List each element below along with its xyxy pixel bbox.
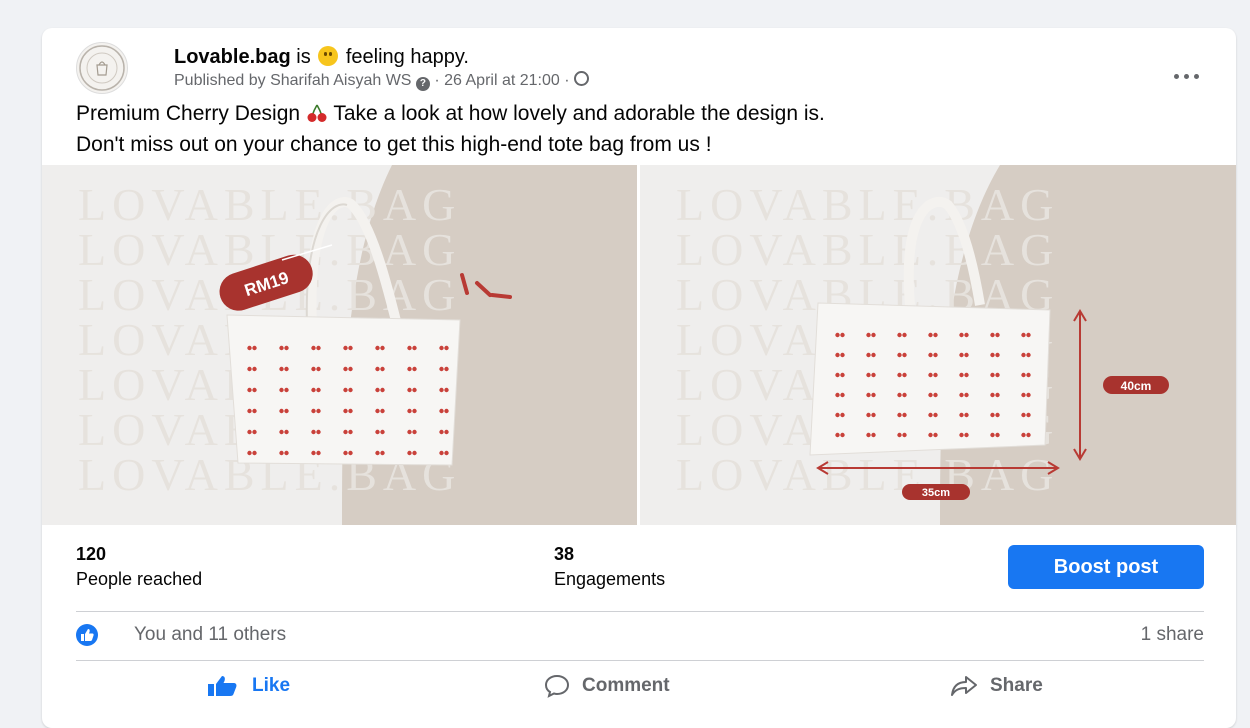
svg-text:LOVABLE.BAG: LOVABLE.BAG: [676, 179, 1059, 230]
comment-button[interactable]: Comment: [544, 668, 670, 704]
people-reached-value: 120: [76, 544, 107, 564]
svg-text:40cm: 40cm: [1121, 379, 1152, 393]
svg-text:LOVABLE.BAG: LOVABLE.BAG: [676, 449, 1059, 500]
smile-emoji-icon: [318, 46, 339, 66]
people-reached-label: People reached: [76, 569, 203, 589]
engagements-stat[interactable]: 38 Engagements: [554, 543, 665, 591]
people-reached-stat[interactable]: 120 People reached: [76, 543, 202, 591]
photo-tote-dimensions[interactable]: LOVABLE.BAG LOVABLE.BAG LOVABLE.BAG LOVA…: [640, 165, 1236, 525]
like-button[interactable]: Like: [206, 668, 290, 704]
caption-line2: Don't miss out on your chance to get thi…: [76, 133, 712, 156]
is-text: is: [296, 46, 311, 68]
svg-text:LOVABLE.BAG: LOVABLE.BAG: [78, 179, 461, 230]
share-label: Share: [990, 675, 1043, 696]
svg-text:35cm: 35cm: [922, 487, 950, 499]
dot-icon: [1183, 73, 1189, 79]
reactions-bar: You and 11 others 1 share: [76, 622, 1204, 652]
share-arrow-icon: [951, 676, 977, 696]
post-date[interactable]: · 26 April at 21:00 ·: [434, 72, 569, 89]
post-card: Lovable.bag is feeling happy. Published …: [42, 28, 1236, 728]
help-icon[interactable]: ?: [415, 77, 430, 91]
post-photos: LOVABLE.BAG LOVABLE.BAG LOVABLE.BAG LOVA…: [42, 165, 1236, 525]
published-by-text: Published by Sharifah Aisyah WS: [174, 72, 412, 89]
dot-icon: [1173, 73, 1179, 79]
reactions-count[interactable]: You and 11 others: [134, 624, 286, 646]
comment-label: Comment: [582, 675, 670, 696]
comment-icon: [544, 674, 570, 698]
page-logo-icon: [79, 45, 125, 91]
post-header: Lovable.bag is feeling happy. Published …: [76, 42, 1216, 102]
page-avatar[interactable]: [76, 42, 128, 94]
post-insights: 120 People reached 38 Engagements Boost …: [42, 525, 1236, 611]
page-name-link[interactable]: Lovable.bag: [174, 46, 291, 68]
engagements-label: Engagements: [554, 569, 666, 589]
boost-post-button[interactable]: Boost post: [1008, 545, 1204, 589]
shares-count[interactable]: 1 share: [1141, 624, 1204, 646]
thumbs-up-icon: [208, 676, 237, 696]
photo-tote-price[interactable]: LOVABLE.BAG LOVABLE.BAG LOVABLE.BAG LOVA…: [42, 165, 637, 525]
feeling-text: feeling happy.: [345, 46, 469, 68]
caption-title: Premium Cherry Design: [76, 102, 301, 125]
divider: [76, 660, 1204, 661]
like-label: Like: [252, 675, 291, 696]
engagements-value: 38: [554, 544, 575, 564]
dot-icon: [1193, 73, 1199, 79]
caption-text: Take a look at how lovely and adorable t…: [333, 102, 825, 125]
more-options-button[interactable]: [1166, 66, 1206, 86]
svg-text:LOVABLE.BAG: LOVABLE.BAG: [676, 224, 1059, 275]
like-reaction-icon[interactable]: [76, 624, 98, 646]
divider: [76, 611, 1204, 612]
cherry-emoji-icon: [306, 102, 328, 131]
globe-icon: [574, 71, 590, 86]
share-button[interactable]: Share: [950, 668, 1043, 704]
post-caption: Premium Cherry Design Take a look at how…: [76, 100, 1206, 158]
action-bar: Like Comment Share: [76, 668, 1204, 708]
